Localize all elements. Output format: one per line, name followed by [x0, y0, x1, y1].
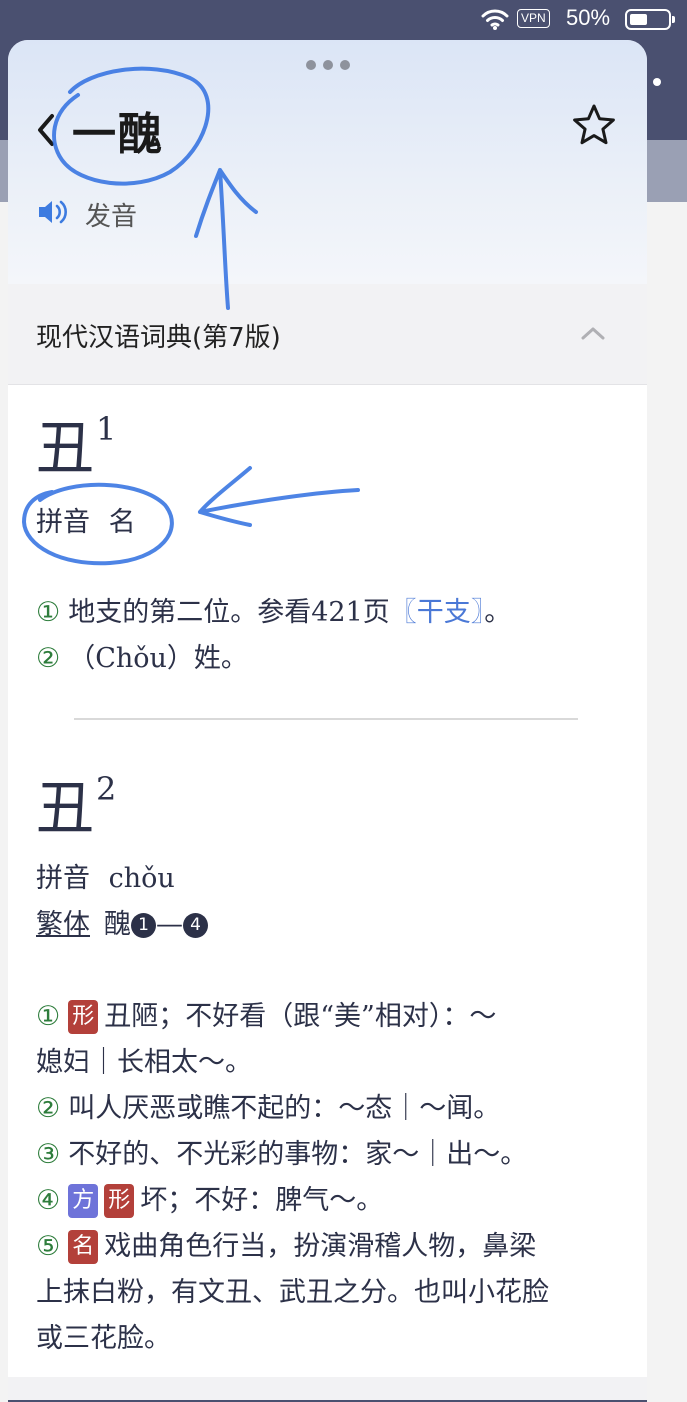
pronounce-button[interactable]: 发音 — [85, 196, 137, 233]
sense-text: 或三花脸。 — [36, 1323, 171, 1354]
more-options-icon[interactable] — [306, 60, 350, 70]
sense-text: 丑陋；不好看（跟“美”相对）：～ — [104, 1001, 497, 1032]
sheet-header: 一醜 发音 — [8, 40, 647, 284]
sense-text: 不好的、不光彩的事物：家～｜出～。 — [68, 1139, 528, 1170]
dictionary-source-header[interactable]: 现代汉语词典(第7版) — [8, 284, 647, 385]
entry-superscript: 1 — [96, 410, 117, 448]
speaker-icon[interactable] — [36, 196, 70, 228]
sense-1-cont: 媳妇｜长相太～。 — [36, 1040, 252, 1079]
background-app-right — [647, 202, 687, 1402]
pos-tag-noun: 名 — [68, 1230, 99, 1264]
pinyin-value: chǒu — [108, 863, 175, 894]
sense-text: 坏；不好：脾气～。 — [140, 1185, 384, 1216]
battery-icon — [625, 9, 675, 30]
back-chevron-icon[interactable] — [32, 108, 60, 152]
sense-1: ① 地支的第二位。参看421页〖干支〗。 — [36, 590, 511, 629]
wifi-icon — [481, 9, 509, 30]
page-title: 一醜 — [72, 109, 164, 160]
sense-text: 地支的第二位。参看421页 — [68, 597, 390, 628]
sense-text: 戏曲角色行当，扮演滑稽人物，鼻梁 — [104, 1231, 537, 1262]
pinyin-label: 拼音 — [36, 863, 90, 894]
sense-number: ③ — [36, 1139, 61, 1170]
traditional-char: 醜 — [104, 909, 131, 940]
entry-pinyin: 拼音 chǒu — [36, 856, 175, 895]
sense-number: ① — [36, 597, 61, 628]
traditional-label[interactable]: 繁体 — [36, 909, 90, 940]
pinyin-value: 名 — [108, 507, 136, 538]
star-icon[interactable] — [571, 102, 617, 148]
sense-number: ④ — [36, 1185, 61, 1216]
sense-text: （Chǒu）姓。 — [68, 643, 248, 674]
sense-text-tail: 。 — [484, 597, 512, 628]
dictionary-sheet: 一醜 发音 现代汉语词典(第7版) 丑 1 拼音 名 ① 地支的第二位。参看421… — [8, 40, 647, 1400]
next-section-strip — [8, 1377, 647, 1400]
sense-text: 叫人厌恶或瞧不起的：～态｜～闻。 — [68, 1093, 501, 1124]
vpn-badge: VPN — [517, 9, 550, 28]
entry-traditional: 繁体醜 1—4 — [36, 902, 208, 941]
entry-divider — [74, 718, 578, 720]
sense-2: ② （Chǒu）姓。 — [36, 636, 248, 675]
sense-5-cont2: 或三花脸。 — [36, 1316, 171, 1355]
cross-reference-link[interactable]: 〖干支〗 — [390, 597, 485, 628]
entry-2: 丑 2 拼音 chǒu 繁体醜 1—4 ① 形丑陋；不好看（跟“美”相对）：～ 媳妇… — [36, 770, 636, 1376]
sense-1: ① 形丑陋；不好看（跟“美”相对）：～ — [36, 994, 496, 1034]
background-dot — [653, 78, 661, 86]
entry-headword: 丑 — [36, 414, 95, 482]
entry-1: 丑 1 拼音 名 ① 地支的第二位。参看421页〖干支〗。 ② （Chǒu）姓。 — [36, 410, 636, 716]
entry-pinyin: 拼音 名 — [36, 500, 136, 539]
entry-superscript: 2 — [96, 770, 117, 808]
entry-headword: 丑 — [36, 774, 95, 842]
sense-range-end: 4 — [183, 913, 208, 938]
sense-number: ② — [36, 643, 61, 674]
sense-number: ① — [36, 1001, 61, 1032]
pinyin-label: 拼音 — [36, 507, 90, 538]
sense-2: ② 叫人厌恶或瞧不起的：～态｜～闻。 — [36, 1086, 500, 1125]
chevron-up-icon[interactable] — [579, 324, 607, 342]
sense-4: ④ 方形坏；不好：脾气～。 — [36, 1178, 383, 1218]
sense-range-dash: — — [156, 909, 183, 940]
sense-3: ③ 不好的、不光彩的事物：家～｜出～。 — [36, 1132, 527, 1171]
sense-5: ⑤ 名戏曲角色行当，扮演滑稽人物，鼻梁 — [36, 1224, 536, 1264]
dictionary-source-title: 现代汉语词典(第7版) — [36, 323, 281, 353]
pos-tag-dialect: 方 — [68, 1184, 99, 1218]
status-bar: VPN 50% — [0, 0, 687, 40]
background-app-left — [0, 202, 8, 1402]
sense-number: ⑤ — [36, 1231, 61, 1262]
sense-text: 媳妇｜长相太～。 — [36, 1047, 252, 1078]
battery-percent: 50% — [566, 5, 611, 30]
sense-number: ② — [36, 1093, 61, 1124]
sense-range-start: 1 — [131, 913, 156, 938]
pos-tag-adjective: 形 — [104, 1184, 135, 1218]
pos-tag-adjective: 形 — [68, 1000, 99, 1034]
sense-text: 上抹白粉，有文丑、武丑之分。也叫小花脸 — [36, 1277, 549, 1308]
sense-5-cont: 上抹白粉，有文丑、武丑之分。也叫小花脸 — [36, 1270, 549, 1309]
